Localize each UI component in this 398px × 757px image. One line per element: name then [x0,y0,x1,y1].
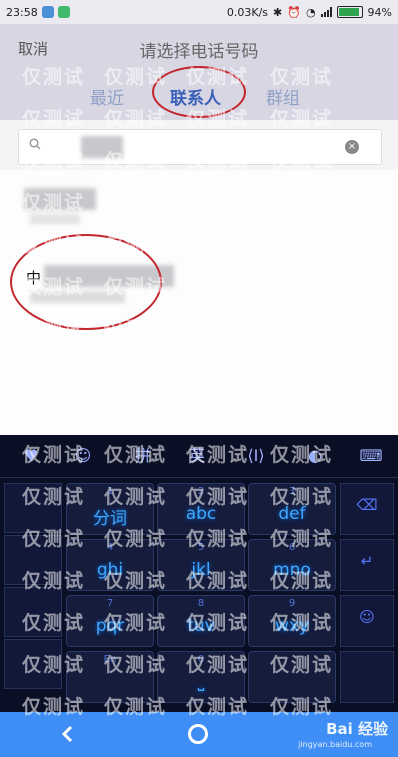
key-label: def [278,504,306,524]
key-number: 2 [197,486,205,497]
key-number: 9 [288,598,296,609]
search-box: × [18,129,382,165]
side-key[interactable] [4,535,62,585]
key-label: 分词 [93,509,127,529]
key-number: 5 [197,542,205,553]
battery-icon [336,6,363,18]
key-2[interactable]: 2 abc [157,483,245,535]
key-8[interactable]: 8 tuv [157,595,245,647]
wifi-icon: ◔ [305,5,316,19]
key-symbol[interactable] [248,651,336,703]
clear-icon[interactable]: × [345,140,359,154]
app-grid-icon[interactable]: ♥ [14,441,48,471]
key-1[interactable]: 1 分词 [66,483,154,535]
voice-icon[interactable]: ◐ [298,441,332,471]
key-number: 6 [288,542,296,553]
status-time: 23:58 [6,5,38,19]
key-6[interactable]: 6 mno [248,539,336,591]
cursor-label: I [253,446,259,465]
key-7[interactable]: 7 pqr [66,595,154,647]
key-number: 8 [197,598,205,609]
key-en[interactable]: En [66,651,154,703]
key-label: tuv [187,616,215,636]
side-key[interactable] [4,639,62,689]
key-label: jkl [191,560,211,580]
header: 取消 请选择电话号码 最近 联系人 群组 [0,24,398,120]
english-button[interactable]: 英 [180,441,214,471]
key-space[interactable]: 0 ⎵ [157,651,245,703]
watermark-url: jingyan.baidu.com [298,740,372,749]
pinyin-button[interactable]: 拼 [126,441,160,471]
home-icon[interactable] [188,724,208,744]
tab-groups[interactable]: 群组 [266,84,300,109]
backspace-icon: ⌫ [356,496,378,514]
key-label: mno [273,560,311,580]
key-label: abc [185,504,217,524]
side-key[interactable] [4,587,62,637]
signal-icon [320,7,332,17]
enter-icon: ↵ [360,552,374,570]
emoji-icon[interactable]: ☺ [66,441,100,471]
side-key[interactable] [4,483,62,533]
status-bar: 23:58 0.03K/s ✱ ⏰ ◔ 94% [0,0,398,24]
key-label: wxy [274,616,310,636]
keyboard-toolbar: ♥ ☺ 拼 英 ⟨I⟩ ◐ ⌨ [0,435,398,478]
list-item[interactable] [0,180,398,224]
key-number: 1 [106,486,114,497]
bluetooth-icon: ✱ [273,5,283,19]
page-title: 请选择电话号码 [139,42,259,62]
key-number: 3 [288,486,296,497]
smile-icon: ☺ [359,608,375,626]
alarm-icon: ⏰ [287,5,301,19]
key-3[interactable]: 3 def [248,483,336,535]
keyboard: ♥ ☺ 拼 英 ⟨I⟩ ◐ ⌨ 1 分词 2 abc 3 def 4 ghi 5… [0,435,398,712]
highlight-circle-tab [152,66,246,118]
key-number: En [103,654,117,665]
search-icon [29,138,41,150]
baidu-jingyan-logo: Bai 经验 [326,720,388,738]
key-label: pqr [95,616,125,636]
message-notification-icon [57,6,70,18]
space-bar-icon: ⎵ [197,672,205,692]
tab-recent[interactable]: 最近 [90,84,124,109]
enter-key[interactable]: ↵ [340,539,394,591]
key-label: ghi [96,560,124,580]
keyboard-icon[interactable]: ⌨ [354,441,388,471]
contact-list: 中 [0,170,398,435]
side-key[interactable] [340,651,394,703]
blurred-contact-name [24,188,96,210]
network-speed: 0.03K/s [226,5,269,19]
key-4[interactable]: 4 ghi [66,539,154,591]
highlight-circle-contact [10,234,162,330]
key-number: 4 [106,542,114,553]
navigation-bar: Bai 经验 jingyan.baidu.com [0,712,398,757]
cursor-icon[interactable]: ⟨I⟩ [236,441,276,471]
blurred-search-text [81,136,123,158]
back-icon[interactable] [58,724,78,744]
key-number: 7 [106,598,114,609]
emoticon-key[interactable]: ☺ [340,595,394,647]
backspace-key[interactable]: ⌫ [340,483,394,535]
key-9[interactable]: 9 wxy [248,595,336,647]
key-number: 0 [197,654,205,665]
app-notification-icon [41,6,54,18]
battery-percent: 94% [367,5,392,19]
key-5[interactable]: 5 jkl [157,539,245,591]
blurred-contact-number [30,214,80,224]
